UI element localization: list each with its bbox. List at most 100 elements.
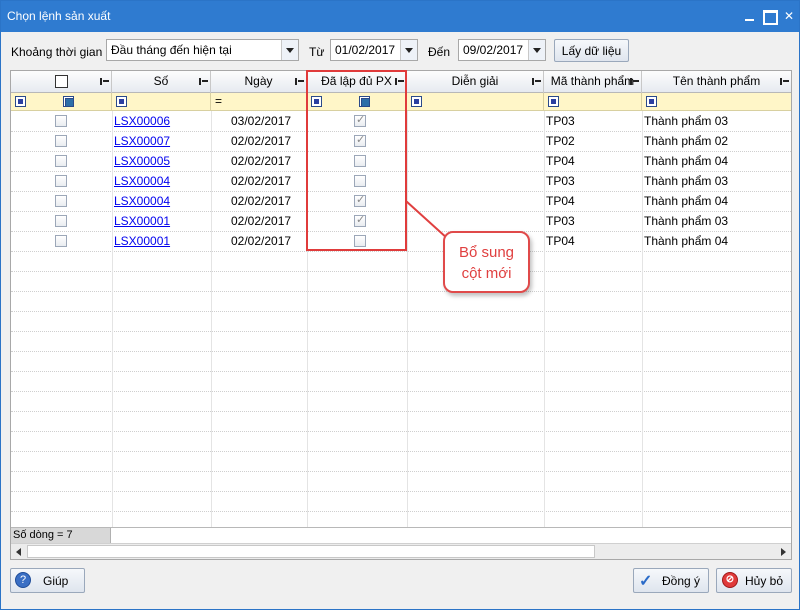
cell-dien-giai [409, 151, 542, 171]
annotation-callout: Bổ sung cột mới [443, 231, 530, 293]
filter-cell-dien-giai[interactable] [407, 93, 544, 111]
chevron-down-icon[interactable] [400, 40, 417, 60]
row-select-checkbox[interactable] [55, 235, 67, 247]
filter-cell-ngay[interactable]: = [211, 93, 307, 111]
horizontal-scrollbar[interactable] [11, 543, 791, 559]
ok-label: Đồng ý [662, 574, 701, 588]
scrollbar-thumb[interactable] [27, 545, 595, 558]
row-divider [11, 471, 791, 472]
filter-cell-select[interactable] [11, 93, 112, 111]
ok-button[interactable]: ✓ Đồng ý [633, 568, 709, 593]
annotation-line-1: Bổ sung [458, 244, 515, 261]
header-dien-giai[interactable]: Diễn giải [407, 71, 544, 93]
pin-icon[interactable] [532, 78, 541, 85]
cell-dien-giai [409, 131, 542, 151]
select-all-checkbox[interactable] [55, 75, 68, 88]
filter-cell-ten-thanh-pham[interactable] [642, 93, 791, 111]
cell-so[interactable]: LSX00005 [114, 151, 209, 171]
row-divider [11, 511, 791, 512]
chevron-down-icon[interactable] [528, 40, 545, 60]
cell-ngay: 03/02/2017 [231, 114, 292, 128]
filter-operator-icon[interactable] [646, 96, 657, 107]
close-icon[interactable]: ✕ [781, 8, 797, 24]
help-button[interactable]: ? Giúp [10, 568, 85, 593]
from-label: Từ [309, 45, 325, 59]
annotation-line-2: cột mới [461, 265, 512, 282]
filter-checkbox-icon[interactable] [63, 96, 74, 107]
period-label: Khoảng thời gian [11, 45, 103, 59]
pin-icon[interactable] [295, 78, 304, 85]
grid-footer: Số dòng = 7 [11, 527, 791, 544]
header-ten-thanh-pham[interactable]: Tên thành phẩm [642, 71, 791, 93]
header-so[interactable]: Số [112, 71, 211, 93]
check-icon: ✓ [639, 573, 653, 590]
header-ma-thanh-pham[interactable]: Mã thành phẩm [544, 71, 642, 93]
filter-equals-icon[interactable]: = [215, 94, 222, 108]
cell-so[interactable]: LSX00004 [114, 171, 209, 191]
filter-operator-icon[interactable] [15, 96, 26, 107]
cell-dien-giai [409, 111, 542, 131]
fetch-data-button[interactable]: Lấy dữ liệu [554, 39, 629, 62]
filter-operator-icon[interactable] [548, 96, 559, 107]
cancel-icon: ⊘ [722, 572, 738, 588]
cell-ten-thanh-pham: Thành phẩm 03 [644, 114, 729, 128]
row-divider [11, 271, 791, 272]
chevron-down-icon[interactable] [281, 40, 298, 60]
filter-cell-so[interactable] [112, 93, 211, 111]
cell-ten-thanh-pham: Thành phẩm 03 [644, 214, 729, 228]
row-divider [11, 431, 791, 432]
row-select-checkbox[interactable] [55, 135, 67, 147]
cell-so[interactable]: LSX00001 [114, 231, 209, 251]
cell-so[interactable]: LSX00007 [114, 131, 209, 151]
row-divider [11, 411, 791, 412]
cell-ten-thanh-pham: Thành phẩm 02 [644, 134, 729, 148]
pin-icon[interactable] [100, 78, 109, 85]
cell-ngay: 02/02/2017 [231, 134, 292, 148]
to-date-picker[interactable]: 09/02/2017 [458, 39, 546, 61]
period-value: Đầu tháng đến hiện tại [111, 43, 232, 57]
cancel-button[interactable]: ⊘ Hủy bỏ [716, 568, 792, 593]
dialog-window: Chọn lệnh sản xuất ✕ Khoảng thời gian Đầ… [0, 0, 800, 610]
to-label: Đến [428, 45, 451, 59]
cell-so[interactable]: LSX00004 [114, 191, 209, 211]
cell-ma-thanh-pham: TP03 [546, 114, 575, 128]
header-ngay-label: Ngày [244, 74, 273, 88]
cell-ma-thanh-pham: TP04 [546, 234, 575, 248]
row-select-checkbox[interactable] [55, 115, 67, 127]
row-select-checkbox[interactable] [55, 215, 67, 227]
row-divider [11, 351, 791, 352]
row-divider [11, 331, 791, 332]
row-divider [11, 311, 791, 312]
filter-operator-icon[interactable] [411, 96, 422, 107]
pin-icon[interactable] [780, 78, 789, 85]
cell-ngay: 02/02/2017 [231, 194, 292, 208]
cell-ma-thanh-pham: TP03 [546, 214, 575, 228]
header-select-all [11, 71, 112, 93]
help-label: Giúp [43, 574, 69, 588]
to-date-value: 09/02/2017 [463, 43, 524, 57]
cell-ma-thanh-pham: TP04 [546, 154, 575, 168]
filter-operator-icon[interactable] [116, 96, 127, 107]
header-ten-thanh-pham-label: Tên thành phẩm [672, 74, 761, 88]
period-select[interactable]: Đầu tháng đến hiện tại [106, 39, 299, 61]
minimize-icon[interactable] [742, 8, 758, 24]
from-date-picker[interactable]: 01/02/2017 [330, 39, 418, 61]
cell-ma-thanh-pham: TP02 [546, 134, 575, 148]
pin-icon[interactable] [199, 78, 208, 85]
maximize-icon[interactable] [761, 8, 778, 25]
row-divider [11, 491, 791, 492]
cell-so[interactable]: LSX00006 [114, 111, 209, 131]
pin-icon[interactable] [630, 78, 639, 85]
row-divider [11, 391, 791, 392]
cell-so[interactable]: LSX00001 [114, 211, 209, 231]
row-select-checkbox[interactable] [55, 195, 67, 207]
row-select-checkbox[interactable] [55, 175, 67, 187]
header-dien-giai-label: Diễn giải [451, 74, 499, 88]
scroll-right-icon[interactable] [781, 548, 786, 556]
row-select-checkbox[interactable] [55, 155, 67, 167]
header-ngay[interactable]: Ngày [211, 71, 307, 93]
row-divider [11, 371, 791, 372]
filter-cell-ma-thanh-pham[interactable] [544, 93, 642, 111]
scroll-left-icon[interactable] [16, 548, 21, 556]
cell-ten-thanh-pham: Thành phẩm 04 [644, 234, 729, 248]
